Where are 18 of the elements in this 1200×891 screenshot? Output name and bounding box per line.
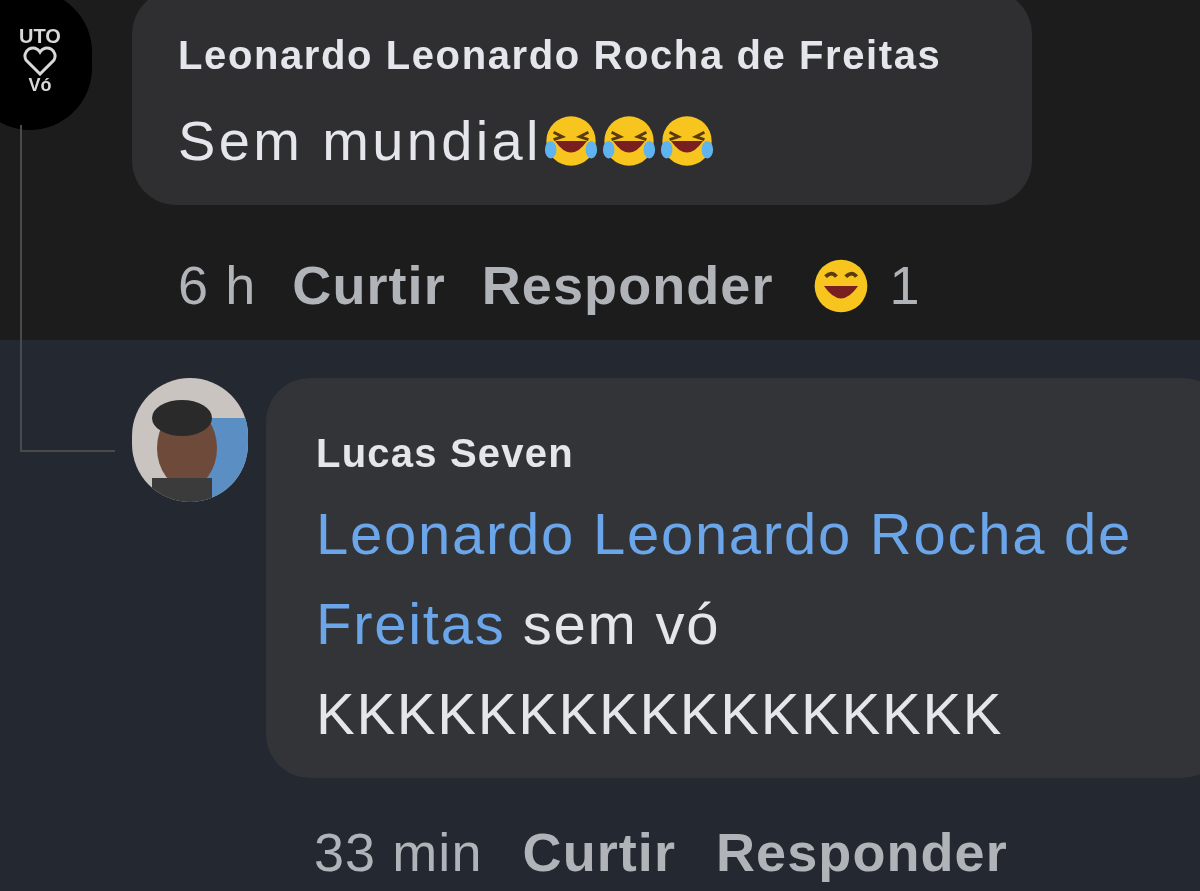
author-name[interactable]: Lucas Seven [316, 423, 1200, 483]
mention-link[interactable]: Freitas [316, 579, 506, 669]
action-link[interactable]: Curtir [292, 245, 446, 326]
timestamp: 6 h [178, 254, 257, 317]
action-link[interactable]: Responder [716, 812, 1008, 891]
avatar[interactable]: UTO Vó [0, 0, 92, 130]
comment-text: Sem mundial [178, 108, 542, 174]
avatar-text: Vó [28, 76, 52, 94]
mention-link[interactable]: Leonardo Leonardo Rocha de [316, 489, 1132, 579]
reaction-count: 1 [889, 254, 921, 317]
avatar-text: UTO [19, 26, 61, 46]
action-link[interactable]: Curtir [522, 812, 677, 891]
comment-text: sem vó [522, 590, 721, 658]
comment-text: KKKKKKKKKKKKKKKKK [316, 680, 1004, 748]
action-link[interactable]: Responder [481, 245, 774, 326]
author-name[interactable]: Leonardo Leonardo Rocha de Freitas [178, 25, 986, 85]
timestamp: 33 min [314, 821, 483, 884]
heart-icon [23, 46, 57, 76]
